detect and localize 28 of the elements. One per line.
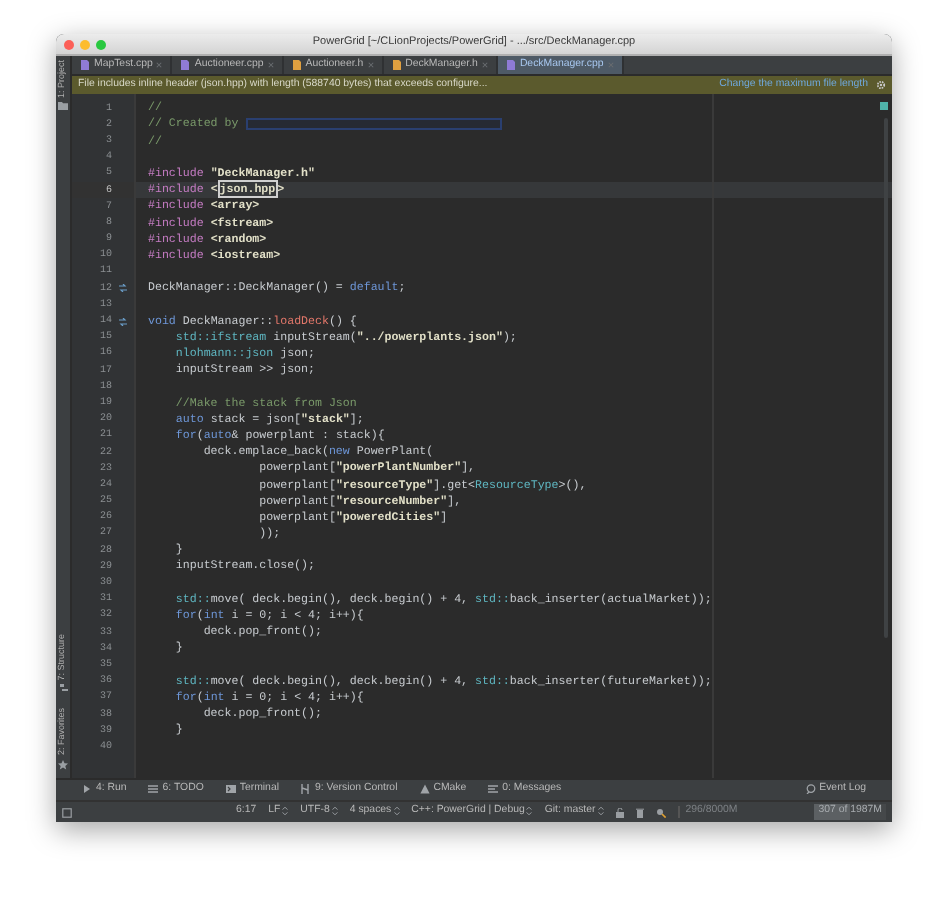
file-icon — [180, 60, 191, 70]
inspector-icon[interactable] — [655, 807, 666, 817]
file-icon — [291, 60, 302, 70]
trash-icon[interactable] — [635, 807, 644, 817]
list-icon — [488, 784, 499, 795]
panel-toggle-icon[interactable] — [62, 807, 72, 817]
lock-icon[interactable] — [615, 807, 624, 817]
play-icon — [82, 784, 92, 795]
branch-icon — [300, 784, 311, 795]
structure-icon[interactable] — [59, 684, 67, 693]
speech-bubble-icon — [805, 784, 816, 795]
close-icon[interactable] — [64, 40, 74, 50]
code-editor[interactable] — [72, 94, 892, 778]
close-icon[interactable] — [481, 62, 488, 68]
triangle-icon — [419, 784, 430, 795]
star-icon[interactable] — [58, 760, 68, 770]
file-icon — [391, 60, 402, 70]
folder-icon[interactable] — [58, 102, 68, 111]
minimize-icon[interactable] — [80, 40, 90, 50]
close-icon[interactable] — [156, 62, 163, 68]
close-icon[interactable] — [367, 62, 374, 68]
file-icon — [505, 60, 516, 70]
maximize-icon[interactable] — [96, 40, 106, 50]
settings-icon[interactable] — [876, 80, 886, 90]
file-icon — [80, 60, 90, 70]
list-icon — [148, 784, 159, 795]
terminal-icon — [225, 784, 236, 795]
close-icon[interactable] — [267, 62, 274, 68]
